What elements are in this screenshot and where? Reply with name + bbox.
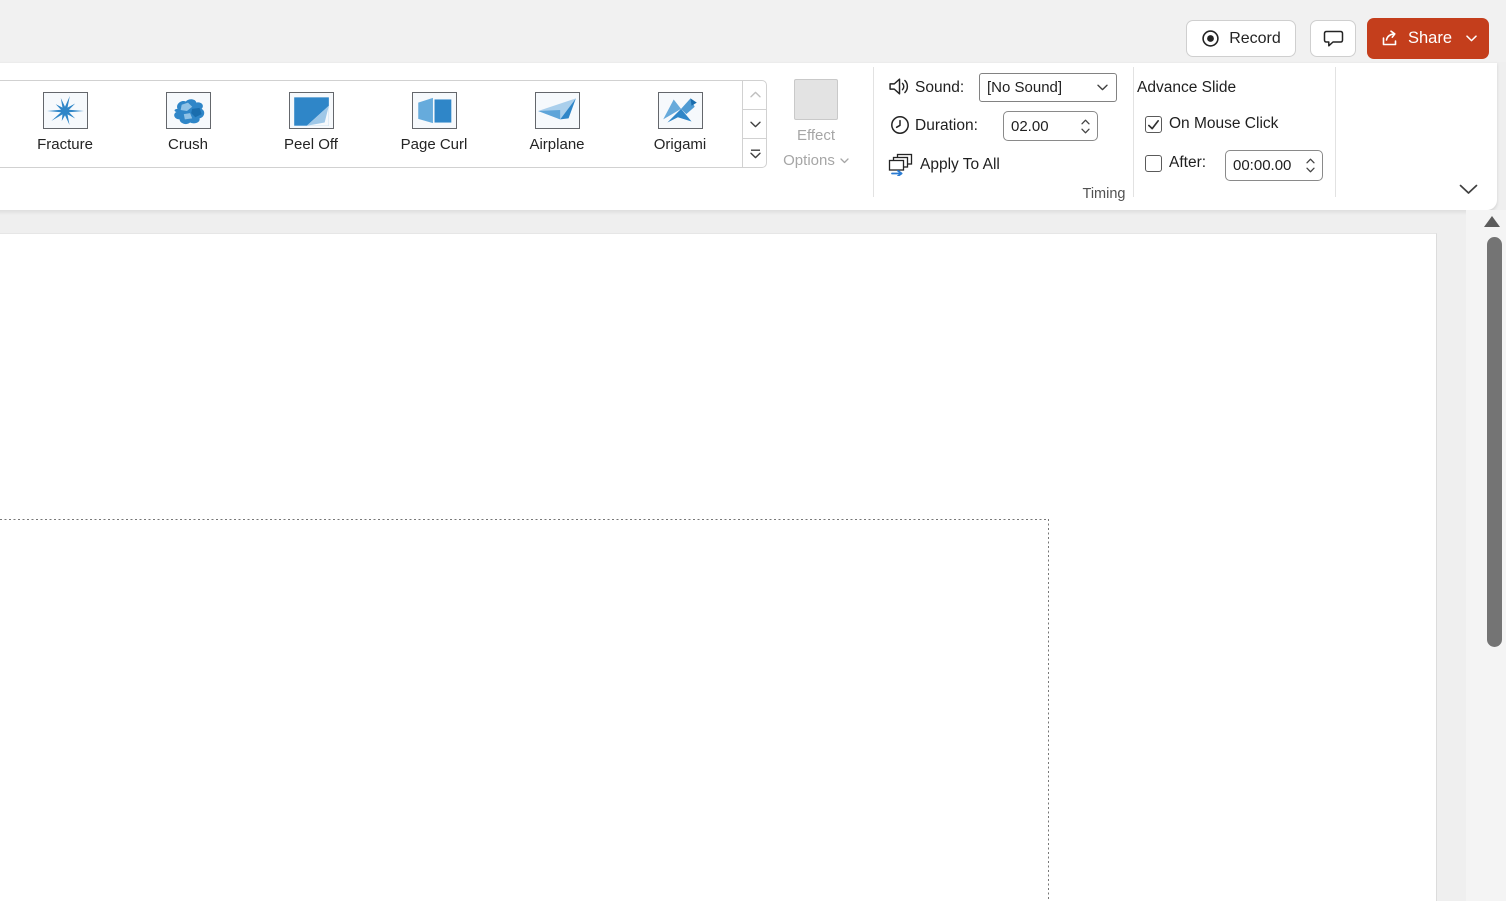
airplane-transition-icon — [535, 92, 580, 129]
on-mouse-click-label[interactable]: On Mouse Click — [1169, 111, 1278, 137]
share-chevron-down-icon[interactable] — [1466, 35, 1477, 42]
transition-label: Crush — [168, 136, 208, 153]
fracture-transition-icon — [43, 92, 88, 129]
effect-options-label-line2: Options — [783, 151, 835, 170]
group-separator — [1133, 67, 1134, 197]
transitions-ribbon-panel: Fracture Crush Peel Off — [0, 62, 1497, 210]
sound-dropdown[interactable]: [No Sound] — [979, 73, 1117, 102]
timing-group-label: Timing — [873, 186, 1335, 202]
duration-input[interactable] — [1004, 118, 1077, 135]
clock-icon — [890, 115, 910, 140]
duration-spin-up-icon[interactable] — [1081, 119, 1090, 125]
after-time-input[interactable] — [1226, 157, 1302, 174]
sound-dropdown-value: [No Sound] — [987, 79, 1097, 96]
transition-label: Page Curl — [401, 136, 468, 153]
duration-spin-down-icon[interactable] — [1081, 128, 1090, 134]
comment-icon — [1322, 28, 1345, 49]
title-bar: Record Share — [0, 0, 1506, 62]
transition-item-crush[interactable]: Crush — [130, 92, 246, 153]
effect-options-chevron-down-icon — [840, 158, 849, 164]
checkmark-icon — [1147, 119, 1160, 131]
group-separator — [1335, 67, 1336, 197]
after-spinbox — [1225, 150, 1323, 181]
crush-transition-icon — [166, 92, 211, 129]
collapse-ribbon-button[interactable] — [1452, 177, 1484, 201]
transition-label: Peel Off — [284, 136, 338, 153]
record-icon — [1201, 29, 1220, 48]
transition-label: Airplane — [529, 136, 584, 153]
ribbon-shadow — [0, 210, 1506, 215]
effect-options-icon — [794, 79, 838, 120]
share-icon — [1379, 29, 1400, 48]
transition-item-peel-off[interactable]: Peel Off — [253, 92, 369, 153]
slide[interactable] — [0, 233, 1437, 901]
duration-label: Duration: — [915, 113, 978, 139]
effect-options-label-line1: Effect — [762, 126, 870, 145]
after-spin-down-icon[interactable] — [1306, 167, 1315, 173]
share-button[interactable]: Share — [1367, 18, 1489, 59]
share-button-label: Share — [1408, 29, 1452, 48]
group-separator — [873, 67, 874, 197]
transition-item-page-curl[interactable]: Page Curl — [376, 92, 492, 153]
peel-off-transition-icon — [289, 92, 334, 129]
scrollbar-thumb[interactable] — [1487, 237, 1502, 647]
comments-button[interactable] — [1310, 20, 1356, 57]
record-button[interactable]: Record — [1186, 20, 1296, 57]
transition-item-origami[interactable]: Origami — [622, 92, 738, 153]
duration-spinbox — [1003, 111, 1098, 141]
scrollbar-up-arrow-icon[interactable] — [1484, 216, 1500, 227]
on-mouse-click-checkbox[interactable] — [1145, 116, 1162, 133]
advance-slide-heading: Advance Slide — [1137, 75, 1236, 101]
transition-item-fracture[interactable]: Fracture — [7, 92, 123, 153]
gallery-more-icon — [750, 149, 761, 159]
transition-label: Fracture — [37, 136, 93, 153]
scroll-up-icon — [750, 91, 761, 98]
after-spin-up-icon[interactable] — [1306, 158, 1315, 164]
apply-to-all-button[interactable]: Apply To All — [920, 152, 1000, 178]
dropdown-chevron-down-icon — [1097, 84, 1108, 91]
transition-label: Origami — [654, 136, 707, 153]
effect-options-button[interactable]: Effect Options — [762, 77, 870, 170]
sound-label: Sound: — [915, 75, 964, 101]
collapse-ribbon-chevron-icon — [1459, 184, 1478, 195]
after-checkbox[interactable] — [1145, 155, 1162, 172]
transition-item-airplane[interactable]: Airplane — [499, 92, 615, 153]
slide-editing-area — [0, 210, 1506, 901]
origami-transition-icon — [658, 92, 703, 129]
record-button-label: Record — [1229, 30, 1281, 48]
apply-to-all-icon — [888, 153, 913, 181]
page-curl-transition-icon — [412, 92, 457, 129]
after-label[interactable]: After: — [1169, 150, 1206, 176]
scroll-down-icon — [750, 121, 761, 128]
content-placeholder-border-right — [1048, 519, 1049, 901]
powerpoint-window: Record Share — [0, 0, 1506, 901]
content-placeholder-border-top — [0, 519, 1049, 520]
speaker-icon — [888, 76, 910, 102]
